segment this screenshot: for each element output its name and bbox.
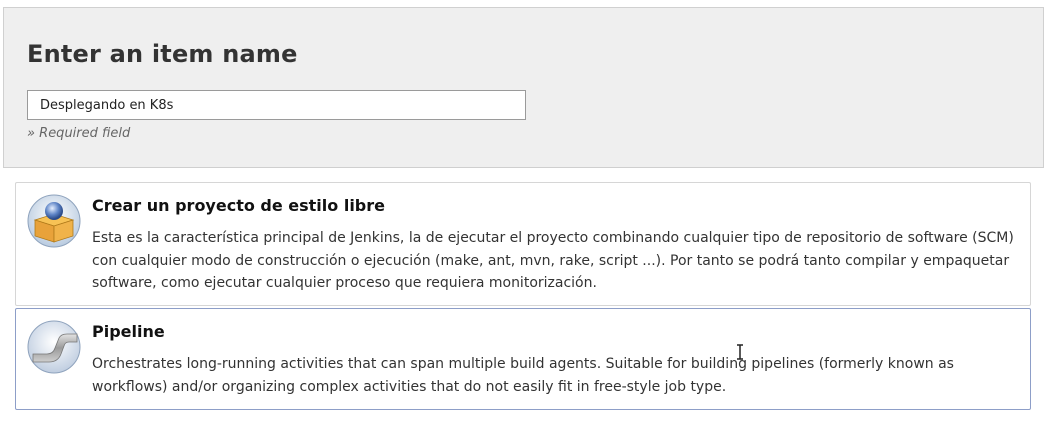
required-field-note: » Required field [27,126,131,141]
item-type-description: Orchestrates long-running activities tha… [92,356,954,395]
freestyle-project-icon [27,194,81,248]
item-name-section: Enter an item name » Required field [3,7,1044,168]
page-title: Enter an item name [27,40,298,68]
item-type-description: Esta es la característica principal de J… [92,230,1014,291]
item-type-freestyle[interactable]: Crear un proyecto de estilo libre Esta e… [15,182,1031,306]
text-cursor-icon [737,344,743,360]
item-type-list: Crear un proyecto de estilo libre Esta e… [15,182,1031,410]
item-type-title: Pipeline [92,322,165,341]
item-type-pipeline[interactable]: Pipeline Orchestrates long-running activ… [15,308,1031,410]
pipeline-icon [27,320,81,374]
item-name-input[interactable] [27,90,526,120]
item-type-title: Crear un proyecto de estilo libre [92,196,385,215]
